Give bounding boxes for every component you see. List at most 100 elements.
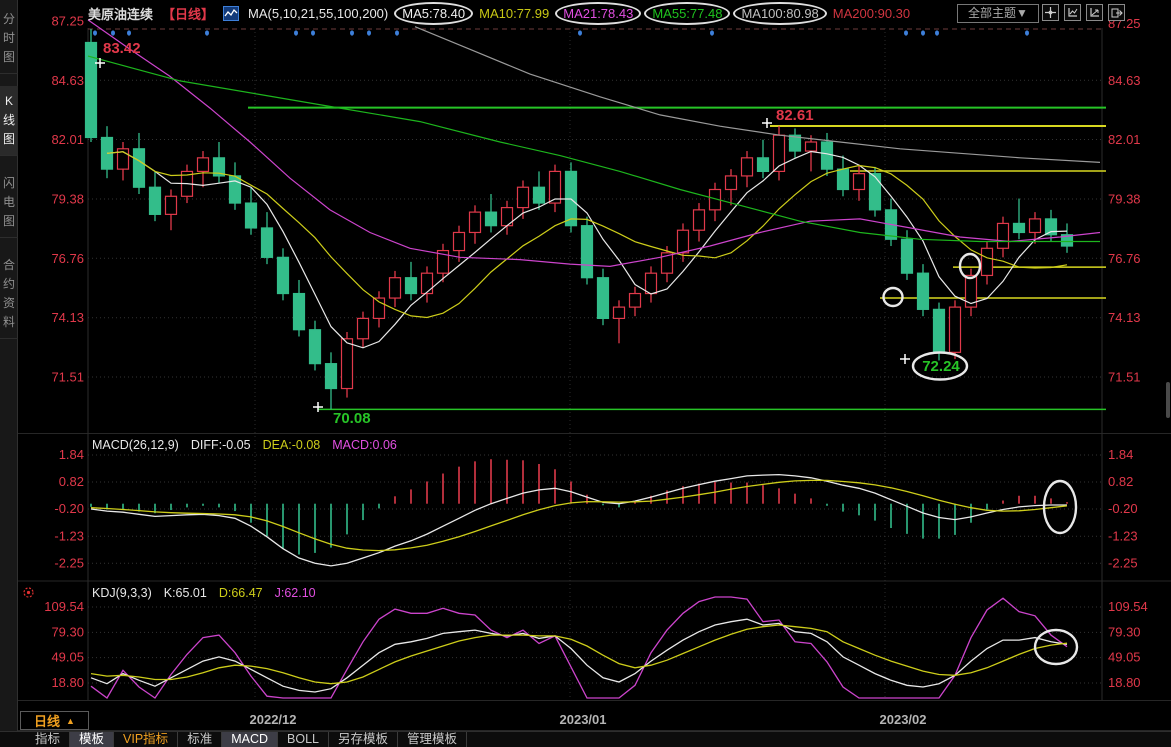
indicator-settings-icon[interactable] (22, 586, 35, 604)
y-axis-label: -1.23 (54, 528, 84, 543)
kdj-params: KDJ(9,3,3) (92, 586, 152, 600)
event-dot (367, 30, 371, 35)
bottom-toolbar: 指标模板VIP指标标准MACDBOLL另存模板管理模板 (0, 731, 1171, 747)
y-axis-label: -0.20 (54, 501, 84, 516)
y-axis-label: 49.05 (1108, 650, 1141, 665)
toolbar-item-4[interactable]: 标准 (178, 732, 222, 747)
event-dot (710, 30, 714, 35)
toolbar-item-5[interactable]: MACD (222, 732, 278, 747)
toolbar-item-2[interactable]: 模板 (70, 732, 114, 747)
macd-diff-line (91, 475, 1067, 566)
kdj-value-2: D:66.47 (219, 586, 263, 600)
crosshair-icon[interactable] (1042, 4, 1059, 21)
y-axis-label: 79.30 (1108, 624, 1141, 639)
y-axis-label: 1.84 (1108, 447, 1133, 462)
y-axis-label: 71.51 (1108, 369, 1141, 384)
cross-marker (900, 354, 910, 364)
annotation-price-label: 83.42 (103, 40, 141, 57)
y-axis-label: 1.84 (59, 447, 84, 462)
y-axis-label: 84.63 (51, 73, 84, 88)
y-axis-label: 79.38 (51, 191, 84, 206)
y-axis-label: 74.13 (1108, 310, 1141, 325)
y-axis-label: 82.01 (51, 132, 84, 147)
event-dot (395, 30, 399, 35)
toolbar-item-6[interactable]: BOLL (278, 732, 329, 747)
sidebar-item-4[interactable]: 合约资料 (0, 250, 18, 339)
event-dot (93, 30, 97, 35)
y-axis-label: -2.25 (1108, 555, 1138, 570)
toolbar-item-8[interactable]: 管理模板 (398, 732, 467, 747)
ma-legend-item-3: MA21:78.43 (555, 2, 641, 25)
ma-line-ma55 (88, 56, 1100, 241)
toolbar-item-1[interactable]: 指标 (26, 732, 70, 747)
toolbar-item-3[interactable]: VIP指标 (114, 732, 178, 747)
left-sidebar: 分时图 K线图闪电图合约资料 (0, 0, 18, 731)
macd-dea-line (91, 480, 1067, 550)
macd-value-1: DIFF:-0.05 (191, 438, 251, 452)
y-axis-label: -0.20 (1108, 501, 1138, 516)
annotation-price-label: 82.61 (776, 107, 814, 124)
macd-indicator-readout: MACD(26,12,9)DIFF:-0.05DEA:-0.08MACD:0.0… (92, 438, 397, 452)
chart-scale-icon[interactable] (1064, 4, 1081, 21)
ma-legend-item-4: MA55:77.48 (644, 2, 730, 25)
time-axis-label: 2023/02 (880, 712, 927, 727)
chart-scale-arrow-icon[interactable] (1086, 4, 1103, 21)
cross-marker (313, 402, 323, 412)
macd-params: MACD(26,12,9) (92, 438, 179, 452)
theme-selector-button[interactable]: 全部主题▼ (957, 4, 1039, 23)
ma-line-ma100 (415, 27, 1100, 163)
scrollbar-thumb[interactable] (1166, 382, 1170, 418)
y-axis-label: 84.63 (1108, 73, 1141, 88)
event-dot (578, 30, 582, 35)
window-buttons (1042, 4, 1125, 21)
kdj-indicator-readout: KDJ(9,3,3) K:65.01 D:66.47 J:62.10 (92, 586, 316, 600)
y-axis-label: 76.76 (1108, 251, 1141, 266)
time-axis-label: 2023/01 (560, 712, 607, 727)
y-axis-label: 18.80 (1108, 675, 1141, 690)
kdj-value-1: K:65.01 (164, 586, 207, 600)
y-axis-label: 109.54 (1108, 599, 1148, 614)
chevron-up-icon: ▲ (66, 716, 75, 726)
trading-app-window: 87.2587.2584.6384.6382.0182.0179.3879.38… (0, 0, 1171, 747)
toolbar-item-7[interactable]: 另存模板 (329, 732, 398, 747)
ma-legend-item-5: MA100:80.98 (733, 2, 826, 25)
event-dot (111, 30, 115, 35)
period-tag: 【日线】 (162, 4, 214, 23)
chart-header: 美原油连续 【日线】 MA(5,10,21,55,100,200) MA5:78… (88, 0, 910, 27)
period-selector[interactable]: 日线 ▲ (20, 711, 89, 730)
y-axis-label: 76.76 (51, 251, 84, 266)
highlight-circle (884, 288, 903, 306)
period-label: 日线 (34, 711, 60, 730)
event-dot (311, 30, 315, 35)
y-axis-label: 109.54 (44, 599, 84, 614)
annotation-price-label: 72.24 (922, 358, 960, 375)
kdj-d-line (91, 625, 1067, 684)
event-dot (205, 30, 209, 35)
macd-value-2: DEA:-0.08 (263, 438, 321, 452)
y-axis-label: 79.38 (1108, 191, 1141, 206)
sidebar-item-1[interactable]: 分时图 (0, 4, 18, 74)
ma-settings: MA(5,10,21,55,100,200) (248, 6, 388, 21)
event-dot (294, 30, 298, 35)
y-axis-label: 0.82 (59, 474, 84, 489)
y-axis-label: 71.51 (51, 369, 84, 384)
event-dot (921, 30, 925, 35)
event-dot (127, 30, 131, 35)
ma-legend-item-2: MA10:77.99 (479, 6, 549, 21)
y-axis-label: -1.23 (1108, 528, 1138, 543)
chart-canvas[interactable]: 87.2587.2584.6384.6382.0182.0179.3879.38… (0, 0, 1171, 747)
event-dot (904, 30, 908, 35)
sidebar-item-3[interactable]: 闪电图 (0, 168, 18, 238)
kdj-value-3: J:62.10 (275, 586, 316, 600)
time-axis-label: 2022/12 (250, 712, 297, 727)
sidebar-item-2[interactable]: K线图 (0, 86, 18, 156)
event-dot (1025, 30, 1029, 35)
ma-legend-item-1: MA5:78.40 (394, 2, 473, 25)
popout-icon[interactable] (1108, 4, 1125, 21)
annotation-price-label: 70.08 (333, 410, 371, 427)
y-axis-label: 74.13 (51, 310, 84, 325)
y-axis-label: 0.82 (1108, 474, 1133, 489)
instrument-name: 美原油连续 (88, 4, 153, 23)
ma-legend-item-6: MA200:90.30 (833, 6, 910, 21)
y-axis-label: 82.01 (1108, 132, 1141, 147)
